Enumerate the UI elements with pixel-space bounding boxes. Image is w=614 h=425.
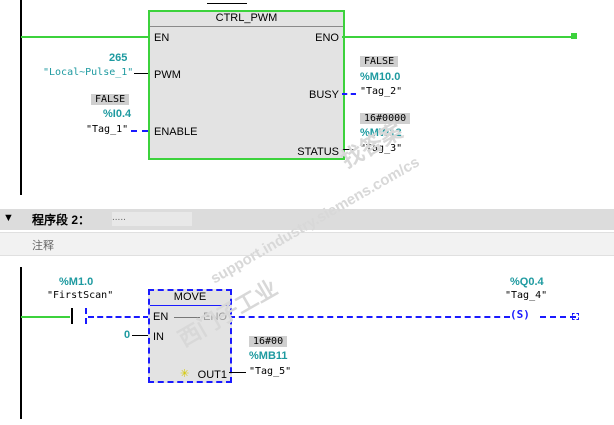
busy-output-value: FALSE: [360, 56, 399, 67]
ctrl-pwm-busy-pin[interactable]: BUSY: [309, 89, 339, 101]
coil-address[interactable]: %Q0.4: [510, 276, 544, 288]
network1-en-wire: [21, 36, 149, 38]
contact-output-wire: [88, 316, 149, 318]
contact-address[interactable]: %M1.0: [59, 276, 93, 288]
move-out-value: 16#00: [249, 336, 288, 347]
network2-title-field[interactable]: .....: [112, 212, 192, 226]
set-coil-symbol: S: [516, 308, 524, 321]
busy-output-wire: [342, 93, 356, 95]
ctrl-pwm-block[interactable]: CTRL_PWM EN ENO PWM BUSY ENABLE STATUS: [148, 10, 345, 160]
network2-comment-band[interactable]: 注释: [0, 232, 614, 256]
move-out-star-icon: ✳: [180, 368, 190, 380]
enable-input-wire: [131, 130, 148, 132]
ctrl-pwm-status-pin[interactable]: STATUS: [297, 146, 339, 158]
busy-output-tag[interactable]: "Tag_2": [360, 86, 402, 97]
power-rail-network2: [20, 267, 22, 419]
network2-comment[interactable]: 注释: [32, 237, 54, 253]
ctrl-pwm-eno-pin[interactable]: ENO: [315, 32, 339, 44]
network1-eno-wire: [342, 36, 574, 38]
move-out-tag[interactable]: "Tag_5": [249, 366, 291, 377]
pwm-input-wire: [134, 73, 148, 74]
move-out-wire: [229, 372, 246, 373]
ctrl-pwm-pwm-pin[interactable]: PWM: [154, 69, 181, 81]
pwm-input-tag[interactable]: "Local~Pulse_1": [43, 67, 133, 78]
network1-top-line: [207, 3, 247, 4]
set-coil[interactable]: (S): [510, 308, 530, 321]
move-in-value[interactable]: 0: [124, 329, 130, 341]
coil-output-wire: [540, 316, 576, 318]
enable-input-address[interactable]: %I0.4: [103, 108, 131, 120]
enable-input-value: FALSE: [91, 94, 130, 105]
ctrl-pwm-enable-pin[interactable]: ENABLE: [154, 126, 197, 138]
contact-left-bar: [71, 308, 73, 324]
network1-wire-end: [571, 33, 577, 39]
network2-wire-end: [572, 313, 579, 320]
move-out-address[interactable]: %MB11: [249, 350, 288, 362]
move-eno-wire: [229, 316, 510, 318]
busy-output-address[interactable]: %M10.0: [360, 71, 400, 83]
ctrl-pwm-title: CTRL_PWM: [150, 12, 343, 27]
contact-right-bar[interactable]: [85, 308, 87, 324]
collapse-toggle-icon[interactable]: ▼: [3, 212, 14, 224]
contact-input-wire: [21, 316, 70, 318]
ctrl-pwm-en-pin[interactable]: EN: [154, 32, 169, 44]
contact-tag[interactable]: "FirstScan": [47, 290, 113, 301]
move-out-pin[interactable]: OUT1: [198, 369, 227, 381]
move-in-pin[interactable]: IN: [153, 331, 164, 343]
network2-title: 程序段 2：: [32, 213, 91, 227]
move-in-wire: [132, 335, 148, 336]
pwm-input-value[interactable]: 265: [109, 52, 127, 64]
coil-tag[interactable]: "Tag_4": [505, 290, 547, 301]
power-rail-network1: [20, 0, 22, 195]
enable-input-tag[interactable]: "Tag_1": [86, 124, 128, 135]
move-en-pin[interactable]: EN: [153, 311, 168, 323]
